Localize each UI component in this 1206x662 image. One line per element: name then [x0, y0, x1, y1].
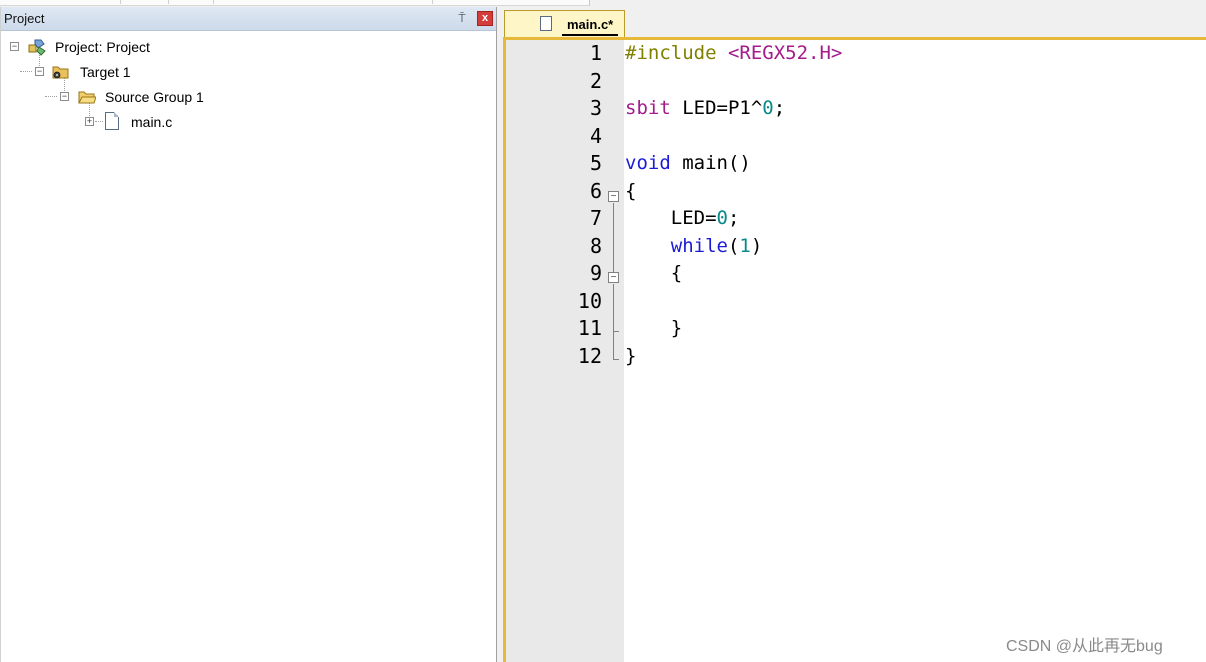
- code-token: LED=: [625, 207, 717, 229]
- file-icon: [540, 16, 552, 31]
- toolbar-edge: [0, 0, 590, 6]
- fold-collapse-icon[interactable]: −: [608, 191, 619, 202]
- code-token: ): [750, 234, 763, 257]
- line-number: 6: [589, 178, 602, 203]
- code-token: 0: [716, 207, 728, 229]
- file-icon: [105, 112, 119, 130]
- code-line: #include <REGX52.H>: [625, 40, 842, 67]
- line-number: 10: [577, 288, 602, 313]
- code-token: void: [625, 152, 671, 174]
- code-token: 0: [762, 97, 774, 119]
- code-token: #include: [625, 42, 728, 64]
- code-token: LED=P1^: [670, 97, 763, 119]
- code-token: ;: [727, 207, 740, 229]
- line-number: 5: [589, 151, 602, 175]
- line-number: 3: [589, 96, 602, 120]
- line-number: 4: [589, 123, 602, 148]
- code-line: {: [625, 260, 682, 287]
- fold-end-marker: [613, 359, 619, 360]
- code-line: }: [625, 315, 682, 342]
- line-number: 12: [577, 343, 602, 368]
- tree-item-label: main.c: [131, 114, 173, 130]
- code-token: {: [625, 179, 637, 202]
- close-icon[interactable]: x: [477, 11, 493, 26]
- line-number: 11: [577, 316, 602, 340]
- project-panel-header: Project ⍑ x: [1, 7, 496, 31]
- top-toolbar-strip: [0, 0, 1206, 7]
- editor-tab-bar: main.c*: [497, 7, 1206, 38]
- line-number-gutter: 1 2 3 4 5 6 7 8 9 10 11 12 − −: [506, 40, 624, 662]
- collapse-icon[interactable]: −: [35, 67, 44, 76]
- tree-item-project[interactable]: − Project: Project: [1, 36, 301, 58]
- watermark: CSDN @从此再无bug: [1006, 638, 1163, 655]
- code-token: main(): [670, 152, 751, 174]
- fold-guide: [613, 284, 614, 359]
- pin-icon[interactable]: ⍑: [455, 11, 469, 25]
- line-number: 1: [589, 41, 602, 65]
- code-token: }: [625, 317, 683, 339]
- line-number: 9: [589, 261, 602, 285]
- code-token: {: [625, 262, 683, 284]
- code-line: }: [625, 343, 636, 370]
- fold-collapse-icon[interactable]: −: [608, 272, 619, 283]
- code-line: {: [625, 178, 636, 205]
- code-line: while(1): [625, 233, 763, 260]
- code-line: sbit LED=P1^0;: [625, 95, 785, 122]
- tree-item-label: Project: Project: [55, 39, 150, 55]
- line-number: 8: [589, 233, 602, 258]
- code-line: LED=0;: [625, 205, 740, 232]
- folder-icon: [78, 91, 96, 104]
- tree-item-source-group[interactable]: − Source Group 1: [1, 86, 301, 108]
- line-number: 7: [589, 206, 602, 230]
- fold-margin: − −: [608, 40, 622, 662]
- tree-item-target[interactable]: − Target 1: [1, 61, 301, 83]
- expand-icon[interactable]: +: [85, 117, 94, 126]
- project-icon: [28, 39, 46, 56]
- target-folder-icon: [52, 66, 69, 79]
- code-token: (: [727, 234, 740, 257]
- fold-end-marker: [613, 331, 619, 332]
- collapse-icon[interactable]: −: [60, 92, 69, 101]
- code-token: <REGX52.H>: [727, 42, 843, 64]
- editor-area: main.c* 1 2 3 4 5 6 7 8 9 10 11 12 − − #include <RE…: [497, 7, 1206, 662]
- tab-label: main.c*: [567, 17, 614, 32]
- code-token: }: [625, 344, 637, 367]
- tree-item-main-c[interactable]: + main.c: [1, 111, 301, 133]
- collapse-icon[interactable]: −: [10, 42, 19, 51]
- tab-main-c[interactable]: main.c*: [504, 10, 625, 38]
- tree-item-label: Source Group 1: [105, 89, 204, 105]
- code-token: ;: [773, 97, 786, 119]
- code-token: while: [670, 234, 728, 257]
- code-token: 1: [739, 234, 751, 257]
- tree-item-label: Target 1: [80, 64, 131, 80]
- code-token: sbit: [625, 97, 671, 119]
- tab-active-underline: [562, 34, 618, 36]
- project-panel-title: Project: [4, 11, 45, 26]
- code-line: void main(): [625, 150, 751, 177]
- line-number: 2: [589, 68, 602, 93]
- project-panel: Project ⍑ x − Project: Project − Target …: [0, 7, 497, 662]
- code-editor[interactable]: 1 2 3 4 5 6 7 8 9 10 11 12 − − #include <REGX52.H> s…: [503, 37, 1206, 662]
- fold-guide: [613, 203, 614, 272]
